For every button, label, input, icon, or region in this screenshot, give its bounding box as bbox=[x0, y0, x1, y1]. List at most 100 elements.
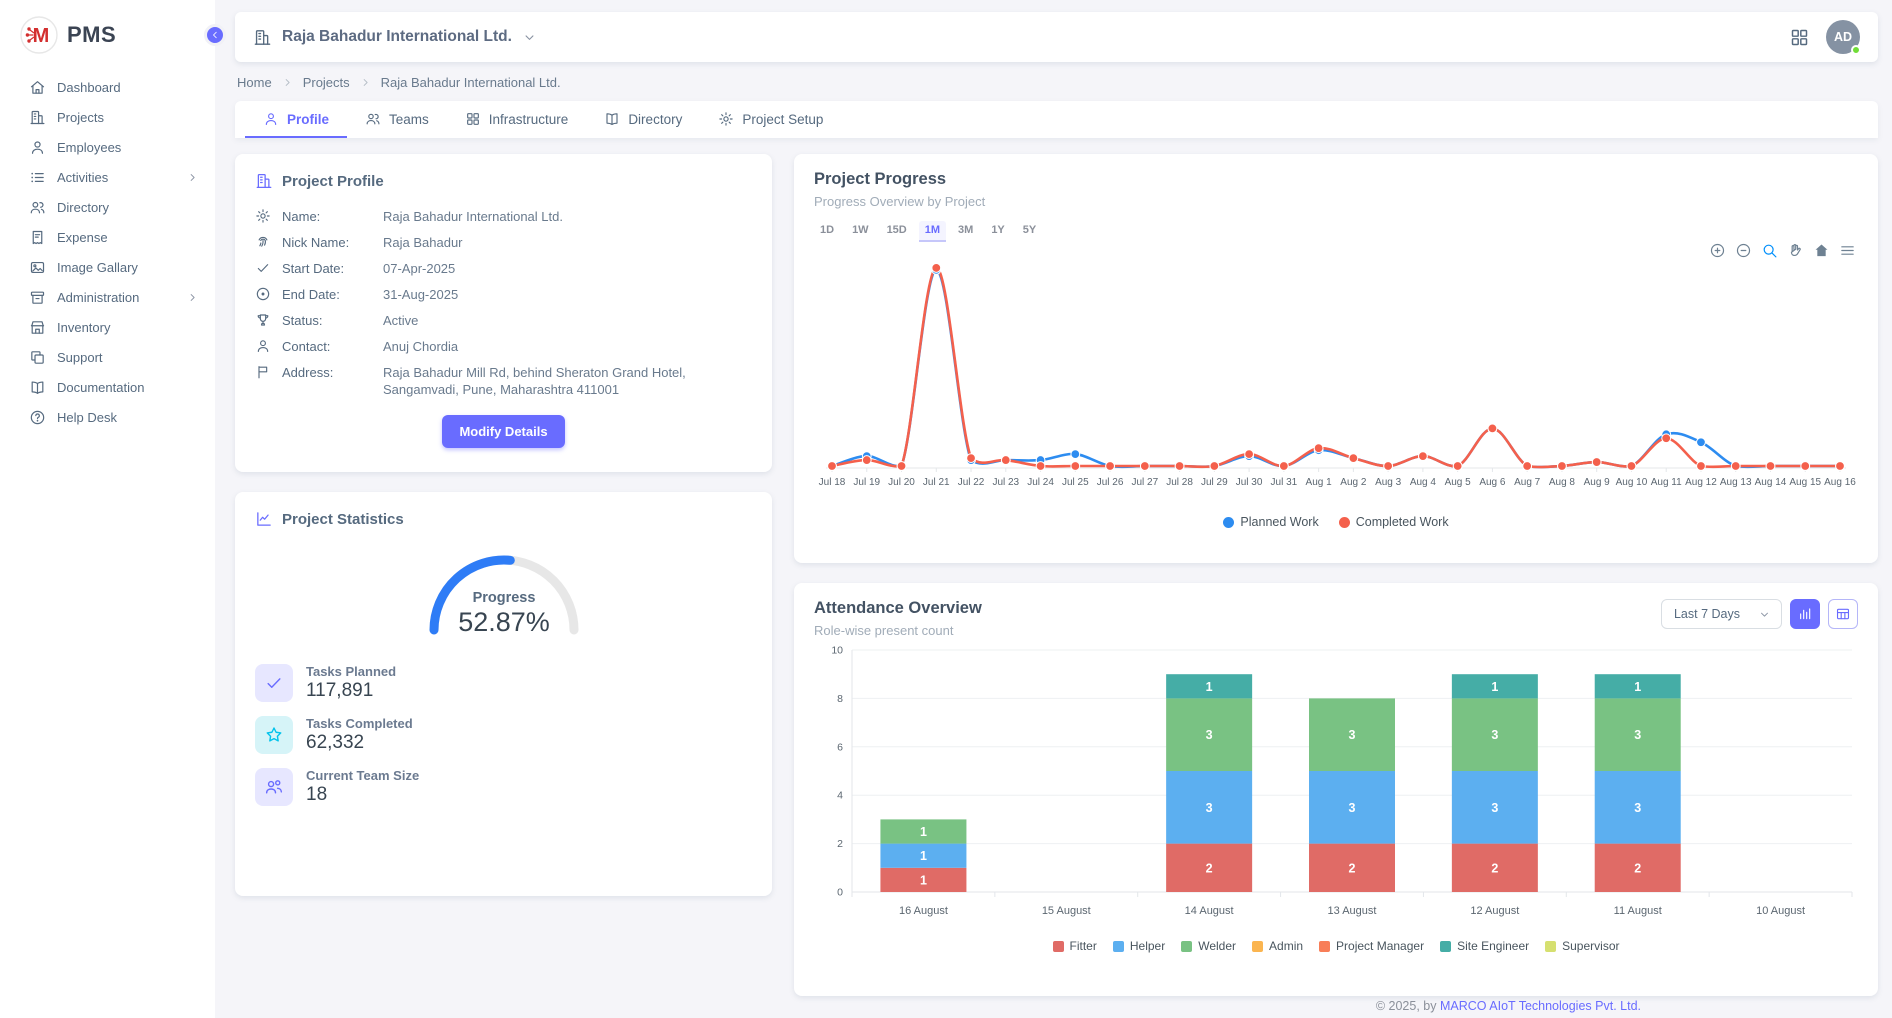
data-point-completed-work[interactable] bbox=[1140, 462, 1149, 471]
legend-item-site-engineer[interactable]: Site Engineer bbox=[1440, 939, 1529, 953]
data-point-completed-work[interactable] bbox=[1314, 444, 1323, 453]
data-point-completed-work[interactable] bbox=[1697, 462, 1706, 471]
sidebar-item-projects[interactable]: Projects bbox=[0, 102, 215, 132]
legend-item-fitter[interactable]: Fitter bbox=[1053, 939, 1097, 953]
range-button-1w[interactable]: 1W bbox=[846, 221, 875, 242]
sidebar-item-image-gallary[interactable]: Image Gallary bbox=[0, 252, 215, 282]
data-point-completed-work[interactable] bbox=[1488, 424, 1497, 433]
data-point-completed-work[interactable] bbox=[1418, 452, 1427, 461]
data-point-completed-work[interactable] bbox=[897, 462, 906, 471]
selection-zoom-icon[interactable] bbox=[1761, 242, 1778, 259]
stat-item-current-team-size: Current Team Size18 bbox=[255, 768, 752, 806]
receipt-icon bbox=[29, 229, 46, 246]
stat-label: Tasks Completed bbox=[306, 716, 413, 731]
legend-item-supervisor[interactable]: Supervisor bbox=[1545, 939, 1619, 953]
modify-details-button[interactable]: Modify Details bbox=[442, 415, 564, 448]
attendance-chart[interactable]: 024681011116 August15 August233114 Augus… bbox=[814, 642, 1858, 934]
legend-item-project-manager[interactable]: Project Manager bbox=[1319, 939, 1424, 953]
field-value: 31-Aug-2025 bbox=[383, 286, 458, 303]
chart-view-button[interactable] bbox=[1790, 599, 1820, 629]
data-point-completed-work[interactable] bbox=[1801, 462, 1810, 471]
data-point-completed-work[interactable] bbox=[967, 454, 976, 463]
sidebar-item-employees[interactable]: Employees bbox=[0, 132, 215, 162]
range-button-15d[interactable]: 15D bbox=[881, 221, 913, 242]
sidebar-item-dashboard[interactable]: Dashboard bbox=[0, 72, 215, 102]
range-button-3m[interactable]: 3M bbox=[952, 221, 979, 242]
data-point-completed-work[interactable] bbox=[1558, 462, 1567, 471]
data-point-completed-work[interactable] bbox=[1523, 462, 1532, 471]
zoom-out-icon[interactable] bbox=[1735, 242, 1752, 259]
data-point-completed-work[interactable] bbox=[1384, 462, 1393, 471]
legend-item-completed-work[interactable]: Completed Work bbox=[1339, 515, 1449, 529]
data-point-completed-work[interactable] bbox=[1836, 462, 1845, 471]
data-point-planned-work[interactable] bbox=[1071, 450, 1080, 459]
data-point-completed-work[interactable] bbox=[1106, 462, 1115, 471]
data-point-completed-work[interactable] bbox=[828, 462, 837, 471]
sidebar-item-help-desk[interactable]: Help Desk bbox=[0, 402, 215, 432]
field-value: Active bbox=[383, 312, 418, 329]
legend-marker bbox=[1339, 517, 1350, 528]
data-point-completed-work[interactable] bbox=[932, 264, 941, 273]
company-selector[interactable]: Raja Bahadur International Ltd. bbox=[253, 28, 537, 47]
chart-menu-icon[interactable] bbox=[1839, 242, 1856, 259]
legend-item-planned-work[interactable]: Planned Work bbox=[1223, 515, 1318, 529]
breadcrumb-item-projects[interactable]: Projects bbox=[303, 75, 350, 90]
data-point-completed-work[interactable] bbox=[1071, 462, 1080, 471]
data-point-completed-work[interactable] bbox=[1592, 458, 1601, 467]
data-point-completed-work[interactable] bbox=[1349, 454, 1358, 463]
data-point-completed-work[interactable] bbox=[1662, 434, 1671, 443]
logo-text: PMS bbox=[67, 22, 116, 48]
sidebar-item-documentation[interactable]: Documentation bbox=[0, 372, 215, 402]
range-button-5y[interactable]: 5Y bbox=[1017, 221, 1042, 242]
data-point-completed-work[interactable] bbox=[1001, 456, 1010, 465]
sidebar-item-activities[interactable]: Activities bbox=[0, 162, 215, 192]
project-progress-chart[interactable]: Jul 18Jul 19Jul 20Jul 21Jul 22Jul 23Jul … bbox=[814, 250, 1858, 508]
sidebar-item-expense[interactable]: Expense bbox=[0, 222, 215, 252]
breadcrumb-item-home[interactable]: Home bbox=[237, 75, 272, 90]
date-range-select[interactable]: Last 7 Days bbox=[1661, 599, 1782, 629]
range-button-1d[interactable]: 1D bbox=[814, 221, 840, 242]
check-icon bbox=[255, 260, 271, 276]
table-view-button[interactable] bbox=[1828, 599, 1858, 629]
range-button-1m[interactable]: 1M bbox=[919, 221, 946, 242]
tab-teams[interactable]: Teams bbox=[347, 101, 447, 138]
data-point-completed-work[interactable] bbox=[1453, 462, 1462, 471]
data-point-completed-work[interactable] bbox=[1627, 462, 1636, 471]
book-icon bbox=[29, 379, 46, 396]
sidebar: M PMS DashboardProjectsEmployeesActiviti… bbox=[0, 0, 215, 1018]
gauge-percent: 52.87% bbox=[458, 607, 550, 637]
tab-directory[interactable]: Directory bbox=[586, 101, 700, 138]
sidebar-item-administration[interactable]: Administration bbox=[0, 282, 215, 312]
tab-project-setup[interactable]: Project Setup bbox=[700, 101, 841, 138]
avatar[interactable]: AD bbox=[1826, 20, 1860, 54]
legend-item-welder[interactable]: Welder bbox=[1181, 939, 1236, 953]
data-point-completed-work[interactable] bbox=[1766, 462, 1775, 471]
data-point-completed-work[interactable] bbox=[1279, 462, 1288, 471]
data-point-completed-work[interactable] bbox=[1175, 462, 1184, 471]
legend-item-admin[interactable]: Admin bbox=[1252, 939, 1303, 953]
data-point-planned-work[interactable] bbox=[1697, 438, 1706, 447]
sidebar-item-support[interactable]: Support bbox=[0, 342, 215, 372]
zoom-in-icon[interactable] bbox=[1709, 242, 1726, 259]
sidebar-item-inventory[interactable]: Inventory bbox=[0, 312, 215, 342]
legend-marker bbox=[1113, 941, 1124, 952]
legend-item-helper[interactable]: Helper bbox=[1113, 939, 1165, 953]
user-icon bbox=[263, 111, 279, 127]
data-point-completed-work[interactable] bbox=[1731, 462, 1740, 471]
x-axis-label: Jul 20 bbox=[888, 477, 915, 488]
data-point-completed-work[interactable] bbox=[1245, 450, 1254, 459]
data-point-completed-work[interactable] bbox=[862, 456, 871, 465]
footer-company-link[interactable]: MARCO AIoT Technologies Pvt. Ltd. bbox=[1440, 999, 1641, 1013]
sidebar-item-directory[interactable]: Directory bbox=[0, 192, 215, 222]
tab-profile[interactable]: Profile bbox=[245, 101, 347, 138]
pan-icon[interactable] bbox=[1787, 242, 1804, 259]
data-point-completed-work[interactable] bbox=[1210, 462, 1219, 471]
data-point-completed-work[interactable] bbox=[1036, 462, 1045, 471]
tab-infrastructure[interactable]: Infrastructure bbox=[447, 101, 587, 138]
range-button-1y[interactable]: 1Y bbox=[985, 221, 1010, 242]
app-logo[interactable]: M PMS bbox=[0, 0, 215, 62]
reset-zoom-home-icon[interactable] bbox=[1813, 242, 1830, 259]
sidebar-collapse-button[interactable] bbox=[204, 24, 226, 46]
legend-marker bbox=[1053, 941, 1064, 952]
apps-grid-icon[interactable] bbox=[1789, 27, 1810, 48]
